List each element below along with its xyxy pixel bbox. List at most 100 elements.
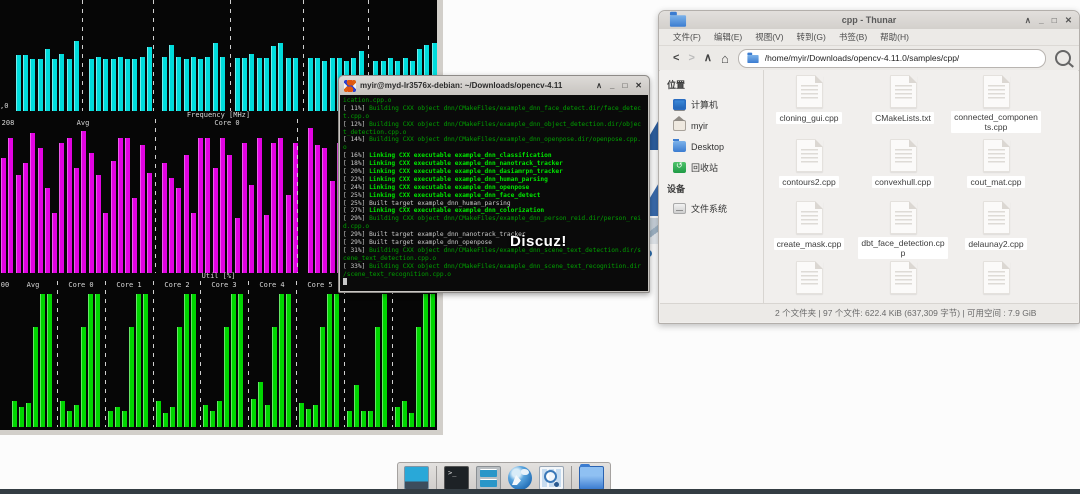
- chart-bar: [423, 294, 428, 427]
- dock-separator: [571, 466, 572, 490]
- file-manager-icon[interactable]: [579, 466, 604, 490]
- chart-bar: [60, 401, 65, 427]
- file-cabinet-icon[interactable]: [476, 466, 501, 490]
- file-item[interactable]: [764, 261, 854, 294]
- terminal-text: Linking CXX executable example_dnn_nanot…: [369, 160, 563, 167]
- file-item[interactable]: delaunay2.cpp: [951, 201, 1041, 252]
- progress-percent: [ 16%]: [343, 152, 369, 159]
- chart-separator: [153, 281, 154, 427]
- core-label: Core 0: [68, 281, 93, 290]
- file-item[interactable]: convexhull.cpp: [858, 139, 948, 190]
- up-icon[interactable]: ∧: [704, 53, 712, 64]
- terminal-line: cene_text_detection.cpp.o: [343, 255, 645, 263]
- sidebar-item-回收站[interactable]: 回收站: [667, 157, 763, 178]
- terminal-line: [ 24%] Linking CXX executable example_dn…: [343, 184, 645, 192]
- chart-bar: [16, 55, 21, 111]
- chart-bar: [147, 173, 152, 273]
- chart-bar: [227, 155, 232, 273]
- menu-item-3[interactable]: 转到(G): [797, 31, 826, 43]
- sidebar-item-Desktop[interactable]: Desktop: [667, 136, 763, 157]
- terminal-text: Built target example_dnn_nanotrack_track…: [369, 231, 525, 238]
- sidebar-item-myir[interactable]: myir: [667, 115, 763, 136]
- file-item[interactable]: dbt_face_detection.cpp: [858, 201, 948, 261]
- chart-bar: [191, 294, 196, 427]
- folder-icon: [747, 55, 758, 63]
- close-button[interactable]: ✕: [633, 80, 644, 92]
- terminal-text: d.cpp.o: [343, 223, 369, 230]
- menu-item-1[interactable]: 编辑(E): [714, 31, 742, 43]
- file-item[interactable]: cloning_gui.cpp: [764, 75, 854, 126]
- home-icon[interactable]: ⌂: [721, 52, 729, 65]
- chart-separator: [296, 281, 297, 427]
- file-name: convexhull.cpp: [872, 176, 934, 188]
- menu-item-0[interactable]: 文件(F): [673, 31, 701, 43]
- chart-bar: [103, 59, 108, 111]
- shade-button[interactable]: ∧: [594, 80, 604, 92]
- thunar-titlebar[interactable]: cpp - Thunar ∧ _ □ ✕: [659, 11, 1079, 29]
- devices-header: 设备: [667, 182, 763, 195]
- file-item[interactable]: connected_components.cpp: [951, 75, 1041, 135]
- chart-bar: [251, 399, 256, 427]
- menu-item-4[interactable]: 书签(B): [839, 31, 867, 43]
- chart-bar: [198, 59, 203, 111]
- sidebar-item-计算机[interactable]: 计算机: [667, 94, 763, 115]
- chart-bar: [23, 55, 28, 111]
- chart-bar: [177, 327, 182, 427]
- web-browser-icon[interactable]: [508, 466, 532, 490]
- progress-percent: [ 20%]: [343, 168, 369, 175]
- chart-bar: [279, 294, 284, 427]
- file-item[interactable]: CMakeLists.txt: [858, 75, 948, 126]
- show-desktop-icon[interactable]: [404, 466, 429, 490]
- terminal-icon[interactable]: [444, 466, 469, 490]
- back-icon[interactable]: <: [673, 53, 679, 64]
- chart-bar: [249, 185, 254, 273]
- terminal-output[interactable]: ication.cpp.o[ 11%] Building CXX object …: [340, 95, 648, 291]
- close-button[interactable]: ✕: [1065, 15, 1072, 26]
- file-item[interactable]: [951, 261, 1041, 294]
- minimize-button[interactable]: _: [608, 80, 616, 92]
- folder-icon: [670, 15, 686, 27]
- chart-bar: [115, 407, 120, 427]
- file-item[interactable]: create_mask.cpp: [764, 201, 854, 252]
- maximize-button[interactable]: □: [1052, 15, 1057, 25]
- app-finder-icon[interactable]: [539, 466, 564, 490]
- folder-sb-icon: [673, 141, 686, 152]
- chart-bar: [264, 215, 269, 273]
- chart-separator: [82, 0, 83, 111]
- chart-bar: [45, 188, 50, 273]
- minimize-button[interactable]: _: [1039, 15, 1044, 25]
- terminal-line: [ 18%] Linking CXX executable example_dn…: [343, 160, 645, 168]
- sidebar-item-文件系统[interactable]: 文件系统: [667, 198, 763, 219]
- places-header: 位置: [667, 78, 763, 91]
- filesystem-icon: [673, 203, 686, 214]
- chart-bar: [118, 57, 123, 111]
- menu-item-2[interactable]: 视图(V): [755, 31, 783, 43]
- chart-bar: [198, 138, 203, 273]
- chart-bar: [257, 58, 262, 111]
- file-item[interactable]: cout_mat.cpp: [951, 139, 1041, 190]
- file-grid[interactable]: cloning_gui.cppCMakeLists.txtconnected_c…: [764, 70, 1078, 303]
- terminal-window[interactable]: myir@myd-lr3576x-debian: ~/Downloads/ope…: [338, 75, 650, 293]
- shade-button[interactable]: ∧: [1025, 15, 1031, 26]
- path-bar[interactable]: /home/myir/Downloads/opencv-4.11.0/sampl…: [738, 49, 1046, 68]
- terminal-text: Building CXX object dnn/CMakeFiles/examp…: [369, 263, 641, 270]
- terminal-titlebar[interactable]: myir@myd-lr3576x-debian: ~/Downloads/ope…: [339, 76, 649, 95]
- terminal-line: [343, 278, 645, 286]
- file-item[interactable]: [858, 261, 948, 294]
- maximize-button[interactable]: □: [620, 80, 629, 92]
- file-manager-window[interactable]: cpp - Thunar ∧ _ □ ✕ 文件(F) 编辑(E) 视图(V) 转到(G…: [658, 10, 1080, 324]
- terminal-text: Linking CXX executable example_dnn_face_…: [369, 192, 540, 199]
- chart-bar: [306, 409, 311, 427]
- terminal-line: [ 11%] Building CXX object dnn/CMakeFile…: [343, 105, 645, 113]
- document-icon: [983, 75, 1010, 108]
- trash-icon: [673, 162, 686, 173]
- terminal-line: [ 16%] Linking CXX executable example_dn…: [343, 152, 645, 160]
- menu-item-5[interactable]: 帮助(H): [880, 31, 909, 43]
- chart-bar: [347, 411, 352, 427]
- chart-separator: [153, 0, 154, 111]
- chart-bar: [330, 181, 335, 273]
- forward-icon[interactable]: >: [688, 53, 694, 64]
- search-icon[interactable]: [1055, 50, 1071, 66]
- file-item[interactable]: contours2.cpp: [764, 139, 854, 190]
- chart-bar: [231, 294, 236, 427]
